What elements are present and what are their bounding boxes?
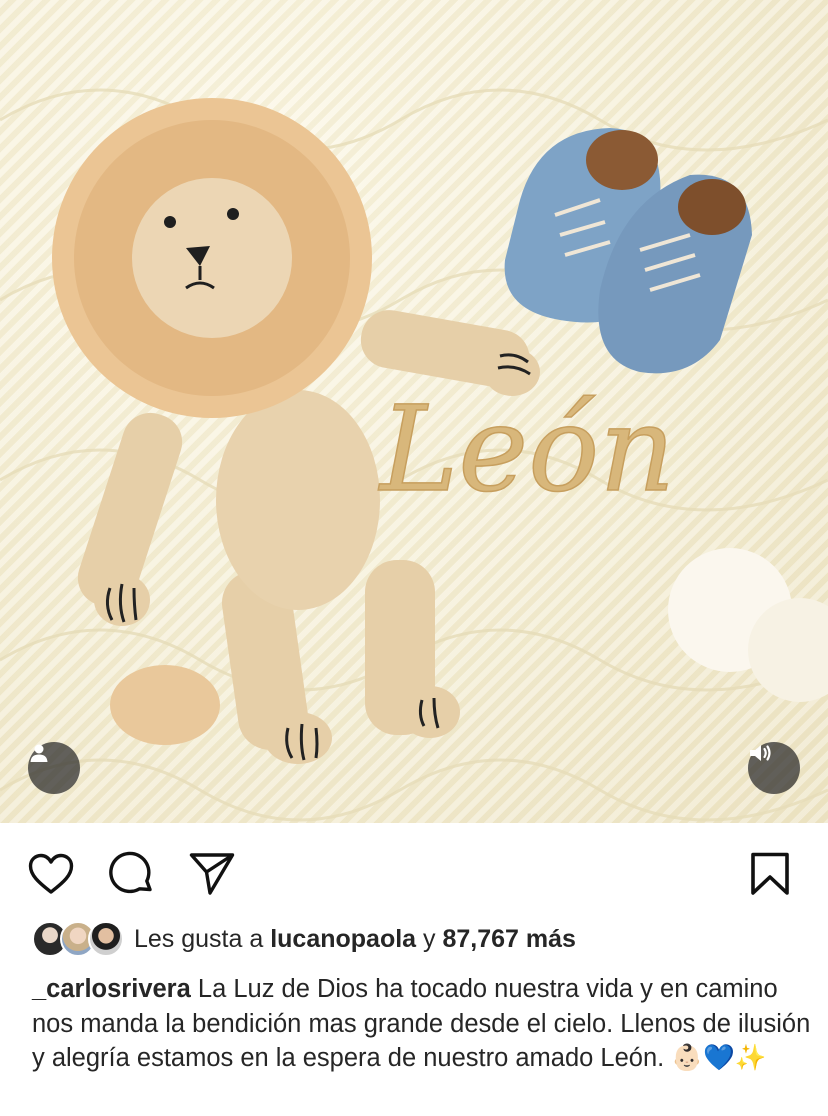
sound-toggle-button[interactable]: [748, 742, 800, 794]
liker-avatars: [32, 921, 128, 957]
comment-button[interactable]: [108, 850, 156, 898]
share-button[interactable]: [188, 850, 236, 898]
embroidered-name: León: [378, 380, 675, 518]
likes-summary[interactable]: Les gusta a lucanopaola y 87,767 más: [32, 918, 812, 960]
likes-count[interactable]: 87,767 más: [443, 925, 576, 953]
paper-plane-icon: [189, 853, 235, 895]
avatar: [88, 921, 124, 957]
post-photo: León: [0, 88, 828, 822]
likes-text: Les gusta a lucanopaola y 87,767 más: [134, 925, 576, 954]
post-caption: _carlosrivera La Luz de Dios ha tocado n…: [32, 972, 812, 1076]
liker-username[interactable]: lucanopaola: [270, 925, 416, 953]
caption-username[interactable]: _carlosrivera: [32, 975, 191, 1003]
likes-joiner: y: [423, 924, 436, 953]
person-icon: [30, 744, 48, 762]
like-button[interactable]: [27, 850, 75, 898]
heart-icon: [28, 853, 74, 894]
likes-prefix: Les gusta a: [134, 924, 264, 953]
bookmark-icon: [751, 852, 789, 895]
tagged-people-button[interactable]: [28, 742, 80, 794]
save-button[interactable]: [746, 850, 794, 898]
post-image[interactable]: León: [0, 0, 828, 823]
comment-icon: [109, 851, 152, 894]
volume-icon: [750, 745, 771, 761]
post-action-bar: [0, 823, 828, 918]
